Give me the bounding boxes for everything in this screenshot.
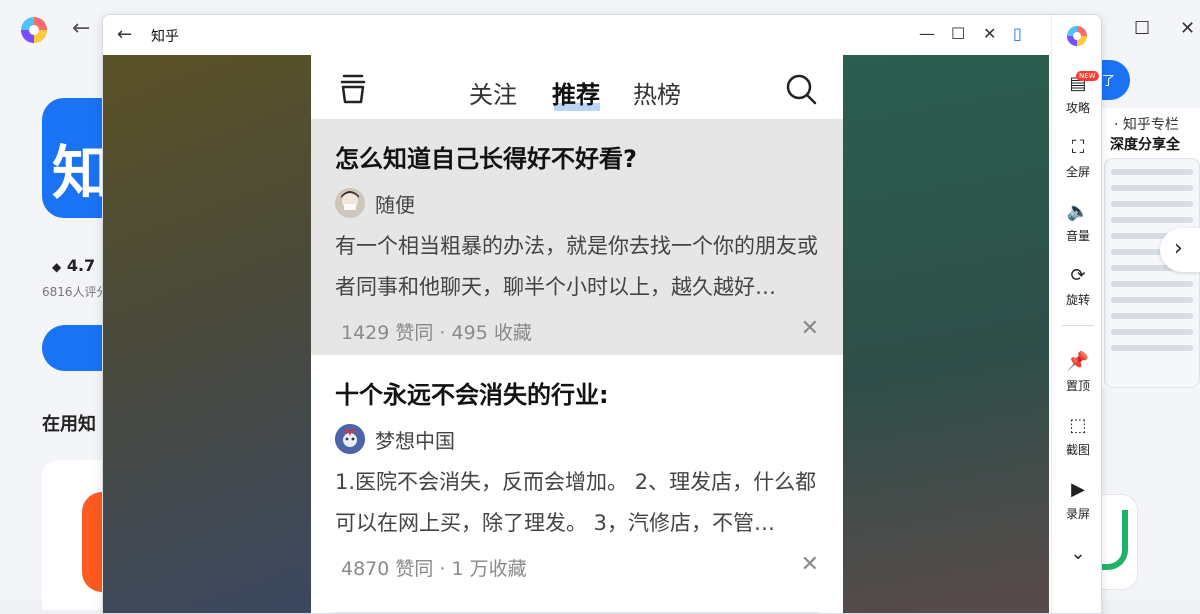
- author-name[interactable]: 随便: [375, 189, 415, 218]
- emulator-window: ← 知乎 — ☐ ✕ ▯ 关注 推荐 热榜 怎么知道自己长得好不好看? 随便 有…: [102, 14, 1102, 614]
- store-logo-icon: [21, 17, 47, 43]
- tab-trending[interactable]: 热榜: [633, 75, 681, 110]
- chevron-down-icon: ⌄: [1070, 543, 1086, 564]
- feed-title[interactable]: 怎么知道自己长得好不好看?: [335, 139, 819, 174]
- maximize-icon[interactable]: ☐: [951, 24, 965, 43]
- promo-screenshot: [1104, 158, 1200, 388]
- feed-title[interactable]: 十个永远不会消失的行业:: [335, 375, 819, 410]
- tool-label: 音量: [1065, 229, 1090, 243]
- promo-title: · 知乎专栏: [1114, 117, 1179, 133]
- promo-next-button[interactable]: ›: [1160, 228, 1200, 272]
- feed-excerpt[interactable]: 1.医院不会消失，反而会增加。 2、理发店，什么都可以在网上买，除了理发。 3，…: [335, 462, 819, 544]
- emulator-logo-icon: [1067, 26, 1087, 46]
- tool-label: 全屏: [1065, 165, 1090, 179]
- section-heading: 在用知: [42, 414, 96, 435]
- window-titlebar: ← 知乎 — ☐ ✕ ▯: [103, 15, 1051, 55]
- fullscreen-icon: ⛶: [1071, 137, 1085, 158]
- feed-meta-row: 1429 赞同 · 495 收藏 ✕: [335, 316, 819, 348]
- tool-label: 置顶: [1065, 379, 1090, 393]
- feed-meta-row: 4870 赞同 · 1 万收藏 ✕: [335, 552, 819, 584]
- tool-guide[interactable]: NEW ▤ 攻略: [1052, 71, 1101, 116]
- tool-fullscreen[interactable]: ⛶ 全屏: [1052, 137, 1101, 180]
- feed-divider: [335, 612, 819, 613]
- tool-label: 旋转: [1065, 293, 1090, 307]
- rotate-icon: ⟳: [1070, 265, 1086, 286]
- author-row: 梦想中国: [335, 424, 819, 454]
- tool-volume[interactable]: 🔈 音量: [1052, 201, 1101, 244]
- video-camera-icon: ▶: [1071, 479, 1085, 500]
- app-rating: ◆ 4.7: [52, 256, 95, 275]
- author-row: 随便: [335, 188, 819, 218]
- feed-stats: 4870 赞同 · 1 万收藏: [341, 558, 527, 580]
- tab-recommended[interactable]: 推荐: [552, 75, 600, 110]
- avatar[interactable]: [335, 424, 365, 454]
- dismiss-icon[interactable]: ✕: [801, 552, 819, 577]
- new-badge: NEW: [1076, 71, 1099, 81]
- chip-label: 了: [1102, 74, 1116, 89]
- tool-label: 录屏: [1065, 507, 1090, 521]
- tool-screenshot[interactable]: ⬚ 截图: [1052, 415, 1101, 458]
- tool-label: 截图: [1065, 443, 1090, 457]
- rating-icon: ◆: [52, 260, 62, 274]
- toolbar-divider: [1062, 325, 1094, 326]
- avatar[interactable]: [335, 188, 365, 218]
- volume-icon: 🔈: [1066, 201, 1090, 222]
- author-name[interactable]: 梦想中国: [375, 425, 455, 454]
- search-icon[interactable]: [785, 73, 817, 105]
- store-maximize-icon[interactable]: ☐: [1134, 18, 1150, 39]
- screen-side-right: [843, 55, 1049, 613]
- chevron-right-icon: ›: [1174, 236, 1183, 261]
- minimize-icon[interactable]: —: [919, 24, 935, 43]
- rating-value: 4.7: [66, 256, 96, 275]
- rating-count: 6816人评分: [42, 285, 109, 299]
- tool-rotate[interactable]: ⟳ 旋转: [1052, 265, 1101, 308]
- store-close-icon[interactable]: ✕: [1180, 18, 1195, 39]
- feed-card[interactable]: 十个永远不会消失的行业: 梦想中国 1.医院不会消失，反而会增加。 2、理发店，…: [311, 355, 843, 613]
- app-header: 关注 推荐 热榜: [311, 55, 843, 119]
- tool-label: 攻略: [1065, 101, 1090, 115]
- emulator-toolbar: NEW ▤ 攻略 ⛶ 全屏 🔈 音量 ⟳ 旋转 📌 置顶 ⬚ 截图 ▶ 录屏 ⌄: [1051, 15, 1101, 613]
- window-title: 知乎: [151, 29, 179, 45]
- back-arrow-icon[interactable]: ←: [117, 24, 132, 45]
- tool-record[interactable]: ▶ 录屏: [1052, 479, 1101, 522]
- related-app-logo-icon: [1100, 510, 1128, 570]
- toolbar-more-button[interactable]: ⌄: [1052, 543, 1101, 567]
- tool-pin[interactable]: 📌 置顶: [1052, 351, 1101, 394]
- crop-icon: ⬚: [1069, 415, 1087, 436]
- close-icon[interactable]: ✕: [983, 24, 996, 43]
- dismiss-icon[interactable]: ✕: [801, 316, 819, 341]
- open-chip-button[interactable]: 了: [1098, 60, 1130, 100]
- feed-stats: 1429 赞同 · 495 收藏: [341, 322, 532, 344]
- promo-subtitle: 深度分享全: [1110, 137, 1180, 153]
- emulator-screen: 关注 推荐 热榜 怎么知道自己长得好不好看? 随便 有一个相当粗暴的办法，就是你…: [103, 55, 1049, 613]
- sidebar-toggle-icon[interactable]: ▯: [1013, 24, 1022, 43]
- cup-icon[interactable]: [339, 73, 367, 105]
- feed-excerpt[interactable]: 有一个相当粗暴的办法，就是你去找一个你的朋友或者同事和他聊天，聊半个小时以上，越…: [335, 226, 819, 308]
- screen-side-left: [103, 55, 311, 613]
- pin-icon: 📌: [1066, 351, 1090, 372]
- store-back-icon[interactable]: ←: [72, 16, 90, 41]
- tab-following[interactable]: 关注: [469, 75, 517, 110]
- feed-card[interactable]: 怎么知道自己长得好不好看? 随便 有一个相当粗暴的办法，就是你去找一个你的朋友或…: [311, 119, 843, 355]
- zhihu-app-screen: 关注 推荐 热榜 怎么知道自己长得好不好看? 随便 有一个相当粗暴的办法，就是你…: [311, 55, 843, 613]
